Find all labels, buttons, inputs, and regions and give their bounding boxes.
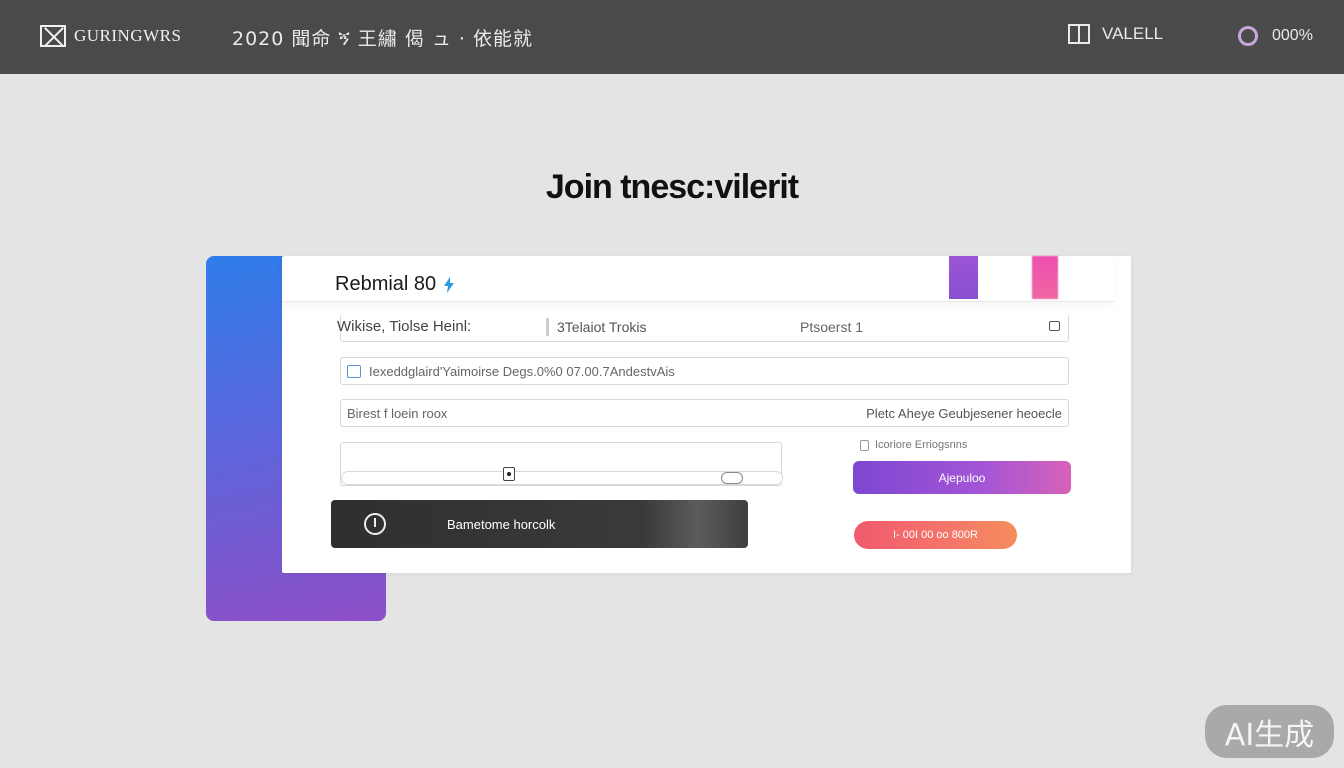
pill-action-button[interactable]: I- 00I 00 oo 800R — [854, 521, 1017, 549]
status-indicator[interactable]: 000% — [1238, 26, 1313, 46]
ai-watermark: AI生成 — [1205, 705, 1334, 758]
primary-submit-button[interactable]: Ajepuloo — [853, 461, 1071, 494]
address-field-right: Pletc Aheye Geubjesener heoecle — [866, 405, 1062, 421]
credentials-row: Wikise, Tiolse Heinl: 3Telaiot Trokis Pt… — [337, 314, 1069, 342]
signup-card: Rebmial 80 Wikise, Tiolse Heinl: 3Telaio… — [282, 256, 1131, 573]
remember-label: Icoriore Erriogsnns — [875, 439, 968, 451]
name-label: Wikise, Tiolse Heinl: — [337, 318, 472, 335]
lock-icon[interactable] — [1049, 321, 1060, 331]
top-bar: GURINGWRS 2020 聞命 ኝ 王繡 偈 ュ · 依能就 VALELL … — [0, 0, 1344, 74]
bolt-icon — [444, 276, 455, 293]
password-field[interactable]: Ptsoerst 1 — [800, 319, 863, 335]
card-title: Rebmial 80 — [335, 273, 456, 296]
status-value: 000% — [1272, 27, 1313, 44]
address-field[interactable]: Birest f loein roox Pletc Aheye Geubjese… — [340, 399, 1069, 427]
address-field-left: Birest f loein roox — [347, 405, 448, 421]
details-field-text: Iexeddglaird'Yaimoirse Degs.0%0 07.00.7A… — [369, 363, 675, 379]
dark-action-button[interactable]: Bametome horcolk — [331, 500, 748, 548]
logo-text: GURINGWRS — [74, 26, 182, 45]
remember-checkbox[interactable] — [860, 439, 869, 451]
slider-handle[interactable] — [503, 467, 515, 481]
info-icon — [364, 513, 386, 535]
page-title: Join tnesc:vilerit — [545, 168, 799, 206]
slider-end-icon — [721, 472, 743, 484]
tab-pink[interactable] — [1032, 256, 1058, 299]
account-icon — [1068, 24, 1090, 44]
remember-option[interactable]: Icoriore Erriogsnns — [860, 439, 967, 451]
card-title-text: Rebmial 80 — [335, 273, 437, 295]
slider-track[interactable] — [341, 471, 783, 485]
tab-purple[interactable] — [949, 256, 978, 299]
email-field[interactable]: 3Telaiot Trokis — [557, 319, 646, 335]
account-label: VALELL — [1102, 24, 1164, 43]
status-ring-icon — [1238, 26, 1258, 46]
logo-mark-icon — [40, 25, 66, 47]
account-menu[interactable]: VALELL — [1068, 24, 1163, 44]
dark-button-label: Bametome horcolk — [447, 517, 556, 532]
slider-box — [340, 442, 783, 486]
card-header: Rebmial 80 — [282, 256, 1114, 302]
top-info-text: 2020 聞命 ኝ 王繡 偈 ュ · 依能就 — [232, 28, 533, 50]
field-divider — [546, 318, 549, 336]
details-field[interactable]: Iexeddglaird'Yaimoirse Degs.0%0 07.00.7A… — [340, 357, 1069, 385]
tag-icon — [347, 364, 361, 378]
logo[interactable]: GURINGWRS — [40, 24, 181, 48]
